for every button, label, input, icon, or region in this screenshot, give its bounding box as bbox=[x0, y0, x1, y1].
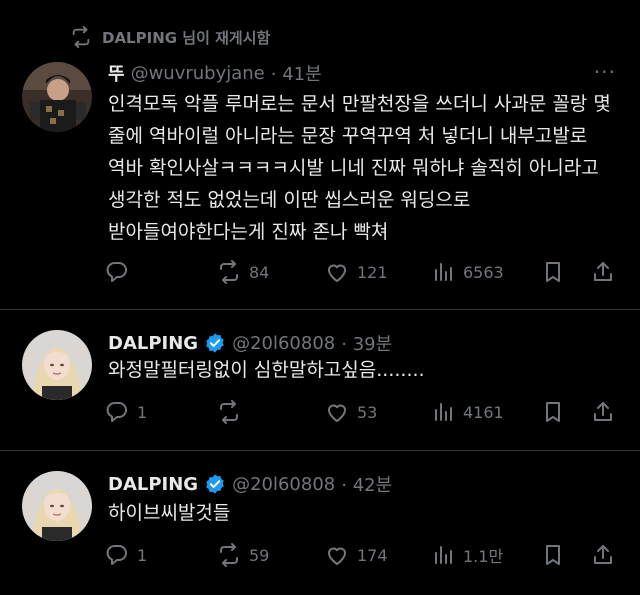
views-button[interactable]: 6563 bbox=[431, 260, 504, 284]
like-button[interactable]: 174 bbox=[325, 543, 388, 567]
reply-icon bbox=[106, 402, 127, 422]
avatar-image bbox=[22, 330, 92, 400]
reply-icon bbox=[106, 545, 127, 565]
reply-icon bbox=[106, 262, 127, 282]
avatar[interactable] bbox=[22, 330, 92, 400]
share-icon bbox=[594, 262, 612, 281]
reply-button[interactable]: 1 bbox=[105, 543, 147, 567]
timestamp[interactable]: · 41분 bbox=[271, 60, 322, 86]
author-name[interactable]: 뚜 bbox=[108, 60, 125, 86]
tweet-text: 하이브씨발것들 bbox=[108, 502, 231, 524]
bookmark-button[interactable] bbox=[541, 260, 565, 284]
retweet-banner-text: DALPING 님이 재게시함 bbox=[102, 28, 271, 47]
repost-button[interactable] bbox=[217, 400, 249, 424]
bookmark-icon bbox=[546, 402, 560, 422]
author-name[interactable]: DALPING bbox=[108, 333, 198, 354]
share-button[interactable] bbox=[591, 543, 615, 567]
author-handle[interactable]: @20l60808 bbox=[232, 474, 335, 495]
author-name[interactable]: DALPING bbox=[108, 474, 198, 495]
repost-icon bbox=[220, 260, 238, 284]
author-handle[interactable]: @wuvrubyjane bbox=[131, 63, 265, 84]
reply-count: 1 bbox=[137, 402, 148, 422]
views-icon bbox=[435, 263, 452, 281]
more-icon[interactable]: ··· bbox=[594, 60, 616, 84]
tweet-actions: 84 121 6563 bbox=[105, 260, 625, 290]
reply-count: 1 bbox=[137, 545, 148, 565]
avatar[interactable] bbox=[22, 62, 92, 132]
like-icon bbox=[328, 404, 346, 422]
repost-button[interactable]: 84 bbox=[217, 260, 269, 284]
verified-badge-icon bbox=[204, 332, 226, 354]
like-count: 53 bbox=[357, 402, 378, 422]
like-icon bbox=[328, 547, 346, 565]
repost-button[interactable]: 59 bbox=[217, 543, 269, 567]
like-button[interactable]: 53 bbox=[325, 400, 377, 424]
tweet-actions: 1 59 174 1.1만 bbox=[105, 543, 625, 573]
share-icon bbox=[594, 545, 612, 564]
repost-icon bbox=[220, 400, 238, 424]
tweet-2[interactable]: DALPING @20l60808 · 39분 와정말필터링없이 심한말하고싶음… bbox=[0, 310, 640, 450]
bookmark-icon bbox=[546, 262, 560, 282]
views-count: 4161 bbox=[463, 402, 504, 422]
reply-button[interactable] bbox=[105, 260, 137, 284]
tweet-actions: 1 53 4161 bbox=[105, 400, 625, 430]
views-button[interactable]: 1.1만 bbox=[431, 543, 503, 567]
tweet-3[interactable]: DALPING @20l60808 · 42분 하이브씨발것들 1 59 174… bbox=[0, 451, 640, 595]
like-button[interactable]: 121 bbox=[325, 260, 388, 284]
avatar[interactable] bbox=[22, 471, 92, 541]
verified-badge-icon bbox=[204, 473, 226, 495]
share-button[interactable] bbox=[591, 400, 615, 424]
views-icon bbox=[435, 546, 452, 564]
tweet-text: 인격모독 악플 루머로는 문서 만팔천장을 쓰더니 사과문 꼴랑 몇 줄에 역바… bbox=[108, 93, 611, 243]
retweet-banner[interactable]: DALPING 님이 재게시함 bbox=[70, 26, 270, 48]
timestamp[interactable]: · 42분 bbox=[341, 471, 392, 497]
tweet-text: 와정말필터링없이 심한말하고싶음........ bbox=[108, 359, 425, 381]
views-icon bbox=[435, 403, 452, 421]
repost-icon bbox=[220, 543, 238, 567]
like-icon bbox=[328, 264, 346, 282]
author-handle[interactable]: @20l60808 bbox=[232, 333, 335, 354]
repost-icon bbox=[72, 26, 90, 48]
timestamp[interactable]: · 39분 bbox=[341, 330, 392, 356]
bookmark-button[interactable] bbox=[541, 543, 565, 567]
bookmark-button[interactable] bbox=[541, 400, 565, 424]
bookmark-icon bbox=[546, 545, 560, 565]
views-count: 1.1만 bbox=[463, 547, 504, 566]
views-count: 6563 bbox=[463, 262, 504, 282]
views-button[interactable]: 4161 bbox=[431, 400, 504, 424]
tweet-1[interactable]: DALPING 님이 재게시함 뚜 @wuvrubyjane · 41분 ···… bbox=[0, 0, 640, 310]
like-count: 121 bbox=[357, 262, 388, 282]
repost-count: 59 bbox=[249, 545, 270, 565]
share-button[interactable] bbox=[591, 260, 615, 284]
reply-button[interactable]: 1 bbox=[105, 400, 147, 424]
repost-count: 84 bbox=[249, 262, 270, 282]
avatar-image bbox=[22, 62, 92, 132]
like-count: 174 bbox=[357, 545, 388, 565]
avatar-image bbox=[22, 471, 92, 541]
share-icon bbox=[594, 402, 612, 421]
